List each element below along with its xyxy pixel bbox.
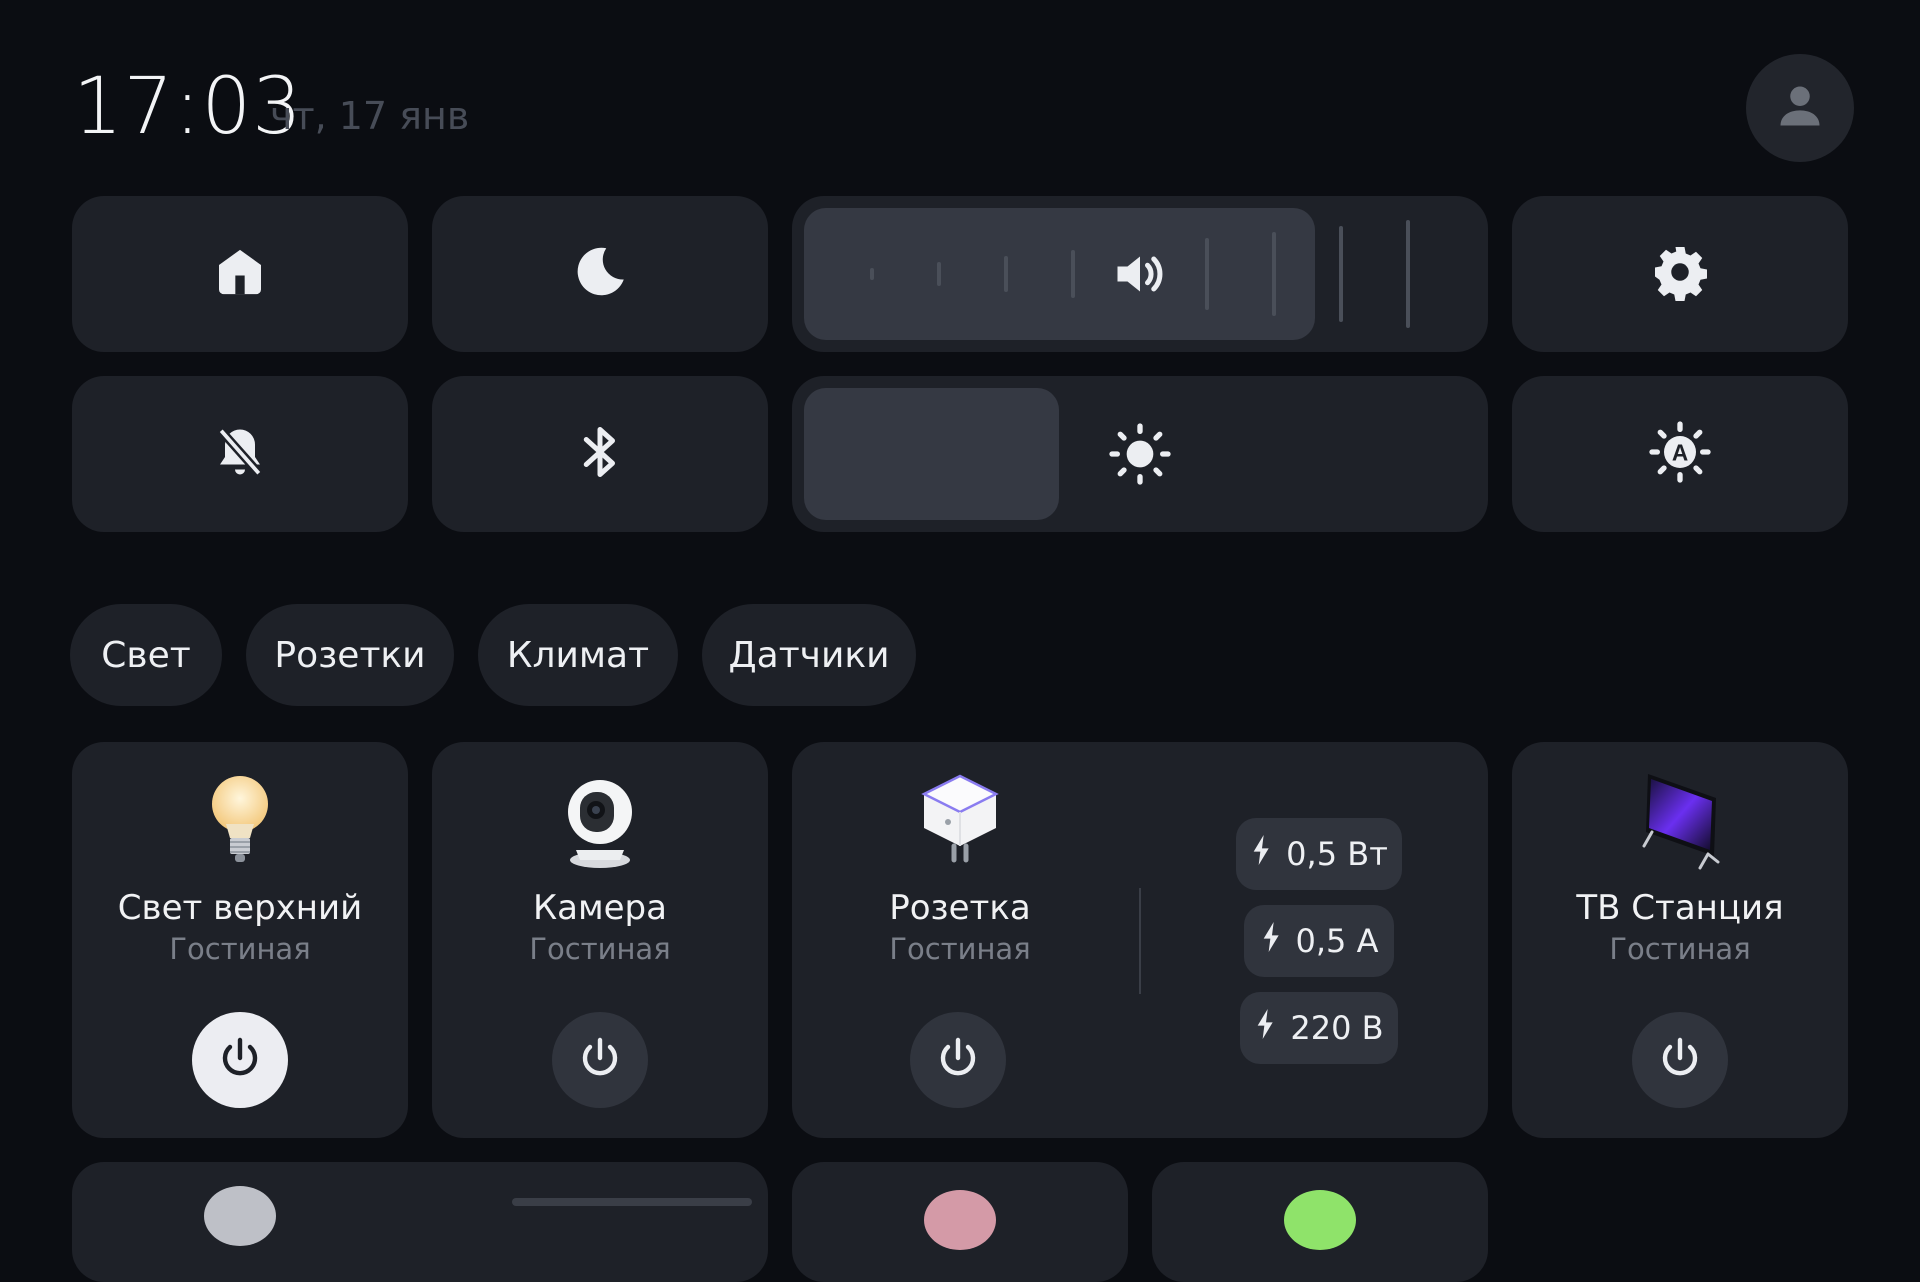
device-image <box>1284 1190 1356 1250</box>
profile-button[interactable] <box>1746 54 1854 162</box>
night-mode-button[interactable] <box>432 196 768 352</box>
clock-date: чт, 17 янв <box>270 94 470 138</box>
sun-icon <box>1108 422 1172 491</box>
volume-tick <box>1272 232 1276 316</box>
bolt-icon <box>1250 835 1274 873</box>
volume-icon <box>1110 244 1170 309</box>
power-icon <box>216 1034 264 1087</box>
device-card-camera[interactable]: Камера Гостиная <box>432 742 768 1138</box>
device-image <box>924 1190 996 1250</box>
power-icon <box>934 1034 982 1087</box>
clock-time: 17:03 <box>73 62 303 152</box>
auto-brightness-icon: A <box>1648 420 1712 489</box>
power-button-socket[interactable] <box>910 1012 1006 1108</box>
volume-tick <box>1071 250 1075 298</box>
device-title: ТВ Станция <box>1576 888 1784 928</box>
device-card-partial[interactable] <box>792 1162 1128 1282</box>
bluetooth-button[interactable] <box>432 376 768 532</box>
volume-tick <box>1205 238 1209 310</box>
power-icon <box>576 1034 624 1087</box>
power-button-tv[interactable] <box>1632 1012 1728 1108</box>
brightness-slider-fill <box>804 388 1059 520</box>
metric-current: 0,5 А <box>1244 905 1394 977</box>
device-card-socket[interactable]: Розетка Гостиная 0,5 Вт 0,5 А 220 В <box>792 742 1488 1138</box>
camera-icon <box>560 770 640 875</box>
filter-chip-sensors[interactable]: Датчики <box>702 604 916 706</box>
bolt-icon <box>1260 922 1284 960</box>
volume-tick <box>937 262 941 286</box>
filter-chip-light[interactable]: Свет <box>70 604 222 706</box>
do-not-disturb-button[interactable] <box>72 376 408 532</box>
volume-tick <box>1004 256 1008 292</box>
device-title: Свет верхний <box>117 888 363 928</box>
gear-icon <box>1650 242 1710 307</box>
volume-tick <box>870 268 874 280</box>
volume-slider-fill <box>804 208 1315 340</box>
device-image <box>204 1186 276 1246</box>
device-title: Камера <box>533 888 667 928</box>
metric-voltage: 220 В <box>1240 992 1398 1064</box>
device-room: Гостиная <box>169 932 311 966</box>
brightness-slider[interactable] <box>792 376 1488 532</box>
device-card-partial[interactable] <box>1152 1162 1488 1282</box>
filter-chip-climate[interactable]: Климат <box>478 604 678 706</box>
volume-tick <box>1339 226 1343 322</box>
moon-icon <box>570 242 630 307</box>
device-room: Гостиная <box>889 932 1031 966</box>
device-room: Гостиная <box>1609 932 1751 966</box>
metric-value: 220 В <box>1290 1009 1384 1047</box>
power-button-camera[interactable] <box>552 1012 648 1108</box>
bolt-icon <box>1254 1009 1278 1047</box>
svg-text:A: A <box>1672 439 1688 465</box>
metric-value: 0,5 Вт <box>1286 835 1388 873</box>
device-control <box>512 1198 752 1206</box>
home-button[interactable] <box>72 196 408 352</box>
volume-slider[interactable] <box>792 196 1488 352</box>
settings-button[interactable] <box>1512 196 1848 352</box>
power-icon <box>1656 1034 1704 1087</box>
device-card-light[interactable]: Свет верхний Гостиная <box>72 742 408 1138</box>
device-room: Гостиная <box>529 932 671 966</box>
home-icon <box>212 244 268 305</box>
socket-main: Розетка Гостиная <box>792 742 1128 1138</box>
divider <box>1139 888 1141 994</box>
user-icon <box>1774 80 1826 137</box>
bell-off-icon <box>210 422 270 487</box>
device-title: Розетка <box>889 888 1031 928</box>
auto-brightness-button[interactable]: A <box>1512 376 1848 532</box>
bulb-icon <box>204 770 276 875</box>
socket-icon <box>918 772 1002 873</box>
device-card-tv[interactable]: ТВ Станция Гостиная <box>1512 742 1848 1138</box>
volume-tick <box>1406 220 1410 328</box>
metric-value: 0,5 А <box>1295 922 1379 960</box>
tv-icon <box>1638 770 1722 875</box>
filter-chip-sockets[interactable]: Розетки <box>246 604 454 706</box>
bluetooth-icon <box>570 422 630 487</box>
metric-power: 0,5 Вт <box>1236 818 1402 890</box>
power-button-light[interactable] <box>192 1012 288 1108</box>
device-card-partial[interactable] <box>72 1162 768 1282</box>
